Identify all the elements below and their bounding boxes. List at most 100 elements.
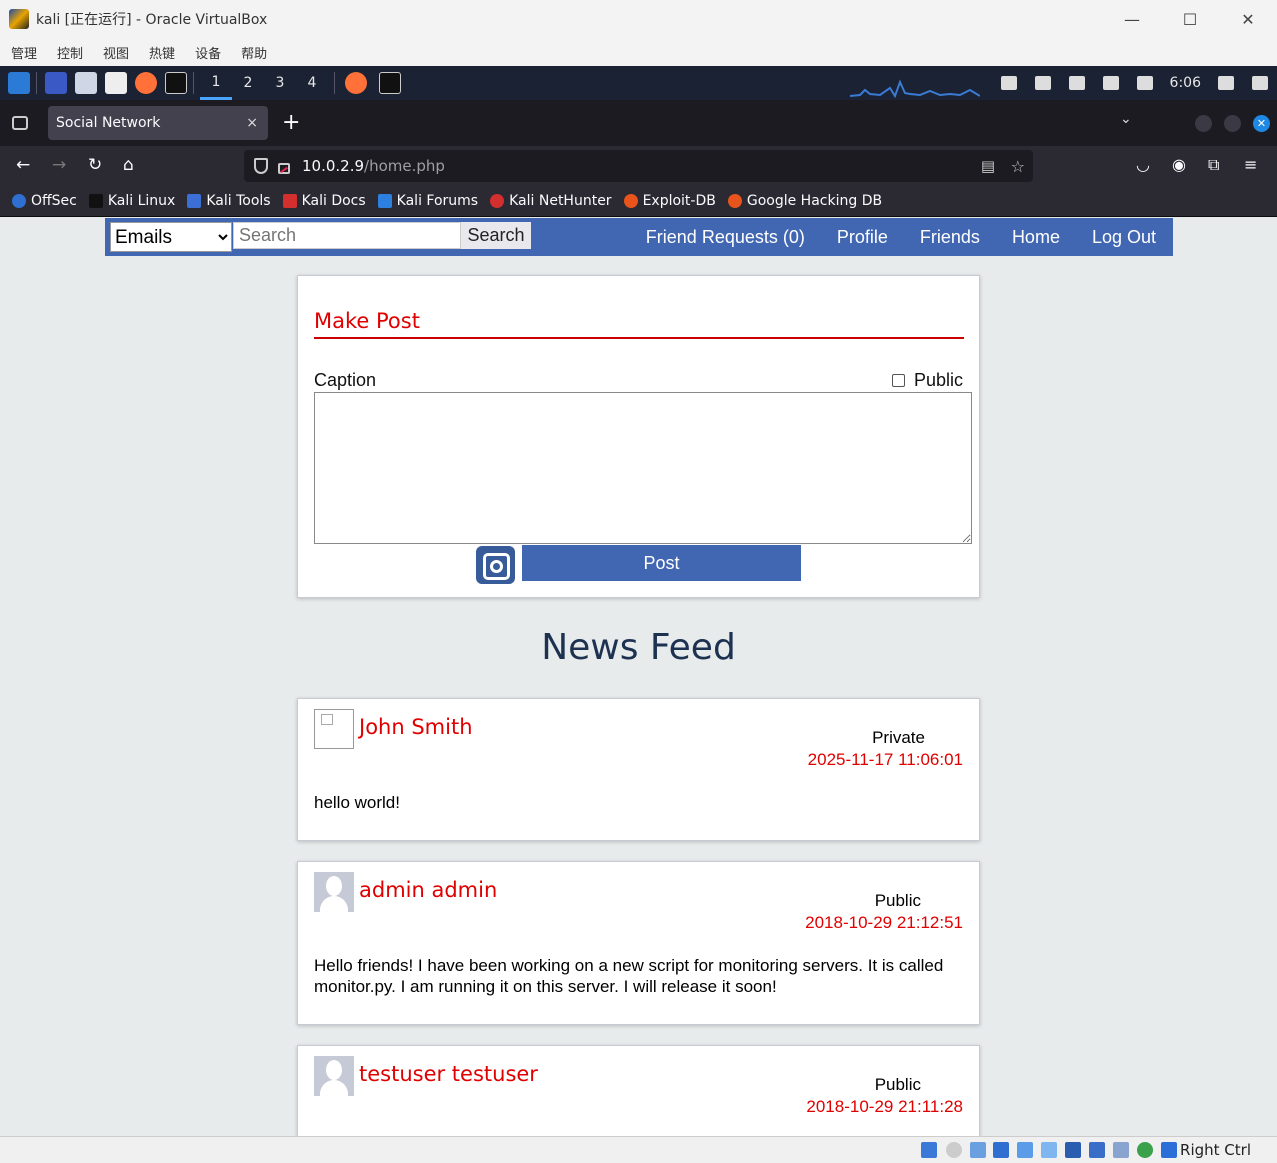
clipboard-icon[interactable] [1136,76,1153,90]
post-author[interactable]: testuser testuser [359,1062,538,1086]
new-tab-button[interactable]: + [282,110,300,135]
mouse-integration-icon[interactable] [1161,1142,1177,1158]
lock-icon[interactable] [1218,76,1234,90]
post-author[interactable]: admin admin [359,878,497,902]
network-adapter-icon[interactable] [993,1142,1009,1158]
post-date: 2018-10-29 21:12:51 [805,913,963,932]
nav-friends[interactable]: Friends [920,227,980,248]
forward-arrow-icon[interactable]: → [52,155,66,175]
post-card: testuser testuser Public 2018-10-29 21:1… [297,1045,980,1136]
firefox-minimize-icon[interactable] [1195,115,1212,132]
bookmark-kali-forums[interactable]: Kali Forums [377,193,478,209]
kali-menu-icon[interactable] [8,72,30,94]
file-manager-icon[interactable] [75,72,97,94]
firefox-launcher-icon[interactable] [135,72,157,94]
back-arrow-icon[interactable]: ← [16,155,30,175]
instagram-upload-icon[interactable] [476,546,515,584]
usb-icon[interactable] [1017,1142,1033,1158]
public-checkbox[interactable] [892,374,905,387]
power-icon[interactable] [1252,76,1268,90]
reader-view-icon[interactable]: ▤ [981,157,995,175]
bookmark-kali-nethunter[interactable]: Kali NetHunter [490,193,612,209]
post-author[interactable]: John Smith [359,715,473,739]
search-type-select[interactable]: Emails [110,222,232,252]
bookmark-kali-linux[interactable]: Kali Linux [88,193,175,209]
menu-manage[interactable]: 管理 [11,43,37,62]
keyboard-icon[interactable] [1034,76,1051,90]
hdd-icon[interactable] [921,1142,937,1158]
bookmark-kali-docs[interactable]: Kali Docs [282,193,366,209]
caption-textarea[interactable] [314,392,972,544]
firefox-close-icon[interactable]: ✕ [1253,115,1270,132]
desktop-icon[interactable] [45,72,67,94]
nav-log-out[interactable]: Log Out [1092,227,1156,248]
minimize-icon[interactable]: — [1103,0,1161,38]
menu-control[interactable]: 控制 [57,43,83,62]
bookmark-exploit-db[interactable]: Exploit-DB [623,193,716,209]
account-icon[interactable]: ◉ [1172,155,1186,174]
firefox-window-icon[interactable] [345,72,367,94]
avatar[interactable] [314,872,354,912]
post-date: 2025-11-17 11:06:01 [807,750,963,769]
avatar[interactable] [314,709,354,749]
extensions-icon[interactable]: ⧉ [1208,155,1219,175]
nav-friend-requests[interactable]: Friend Requests (0) [646,227,805,248]
bookmark-kali-tools[interactable]: Kali Tools [187,193,271,209]
bookmark-google-hacking-db[interactable]: Google Hacking DB [727,193,882,209]
maximize-icon[interactable]: ☐ [1161,0,1219,38]
ghdb-icon [727,194,742,208]
guest-additions-icon[interactable] [1137,1142,1153,1158]
search-input[interactable] [233,222,461,249]
workspace-1[interactable]: 1 [200,66,232,100]
hamburger-menu-icon[interactable]: ≡ [1244,155,1257,174]
firefox-maximize-icon[interactable] [1224,115,1241,132]
bookmark-label: OffSec [31,193,77,209]
post-visibility: Private [763,728,963,748]
optical-drive-icon[interactable] [946,1142,962,1158]
recording-icon[interactable] [1089,1142,1105,1158]
menu-devices[interactable]: 设备 [195,43,221,62]
vt-x-icon[interactable] [1113,1142,1129,1158]
volume-icon[interactable] [1068,76,1085,90]
terminal-window-icon[interactable] [379,72,401,94]
bookmark-star-icon[interactable]: ☆ [1011,157,1025,176]
tab-close-icon[interactable]: × [246,115,258,131]
visibility-text: Public [874,891,921,910]
post-button[interactable]: Post [522,545,801,581]
reload-icon[interactable]: ↻ [88,155,102,175]
chevron-down-icon[interactable]: ⌄ [1120,111,1132,127]
panel-clock[interactable]: 6:06 [1170,75,1201,91]
pocket-icon[interactable]: ◡ [1136,155,1150,174]
window-title: kali [正在运行] - Oracle VirtualBox [36,12,268,28]
nav-home[interactable]: Home [1012,227,1060,248]
avatar[interactable] [314,1056,354,1096]
network-icon[interactable] [1000,76,1017,90]
tab-list-icon[interactable] [12,116,28,130]
offsec-icon [12,194,26,208]
cpu-graph-icon [850,79,980,98]
close-icon[interactable]: ✕ [1219,0,1277,38]
shield-icon[interactable] [254,158,268,174]
nav-profile[interactable]: Profile [837,227,888,248]
tab-social-network[interactable]: Social Network × [48,106,268,140]
audio-icon[interactable] [970,1142,986,1158]
bookmark-offsec[interactable]: OffSec [12,193,77,209]
panel-separator [36,72,37,94]
text-editor-icon[interactable] [105,72,127,94]
workspace-3[interactable]: 3 [264,66,296,100]
notification-bell-icon[interactable] [1102,76,1119,90]
display-icon[interactable] [1065,1142,1081,1158]
menu-view[interactable]: 视图 [103,43,129,62]
home-icon[interactable]: ⌂ [123,155,134,175]
menu-help[interactable]: 帮助 [241,43,267,62]
bookmark-label: Kali Docs [301,193,366,209]
search-button[interactable]: Search [461,222,531,249]
nethunter-icon [490,194,505,208]
url-bar[interactable]: 10.0.2.9/home.php ▤ ☆ [244,150,1033,182]
shared-folder-icon[interactable] [1041,1142,1057,1158]
terminal-launcher-icon[interactable] [165,72,187,94]
workspace-4[interactable]: 4 [296,66,328,100]
menu-hotkeys[interactable]: 热键 [149,43,175,62]
insecure-lock-icon[interactable] [278,162,290,174]
workspace-2[interactable]: 2 [232,66,264,100]
